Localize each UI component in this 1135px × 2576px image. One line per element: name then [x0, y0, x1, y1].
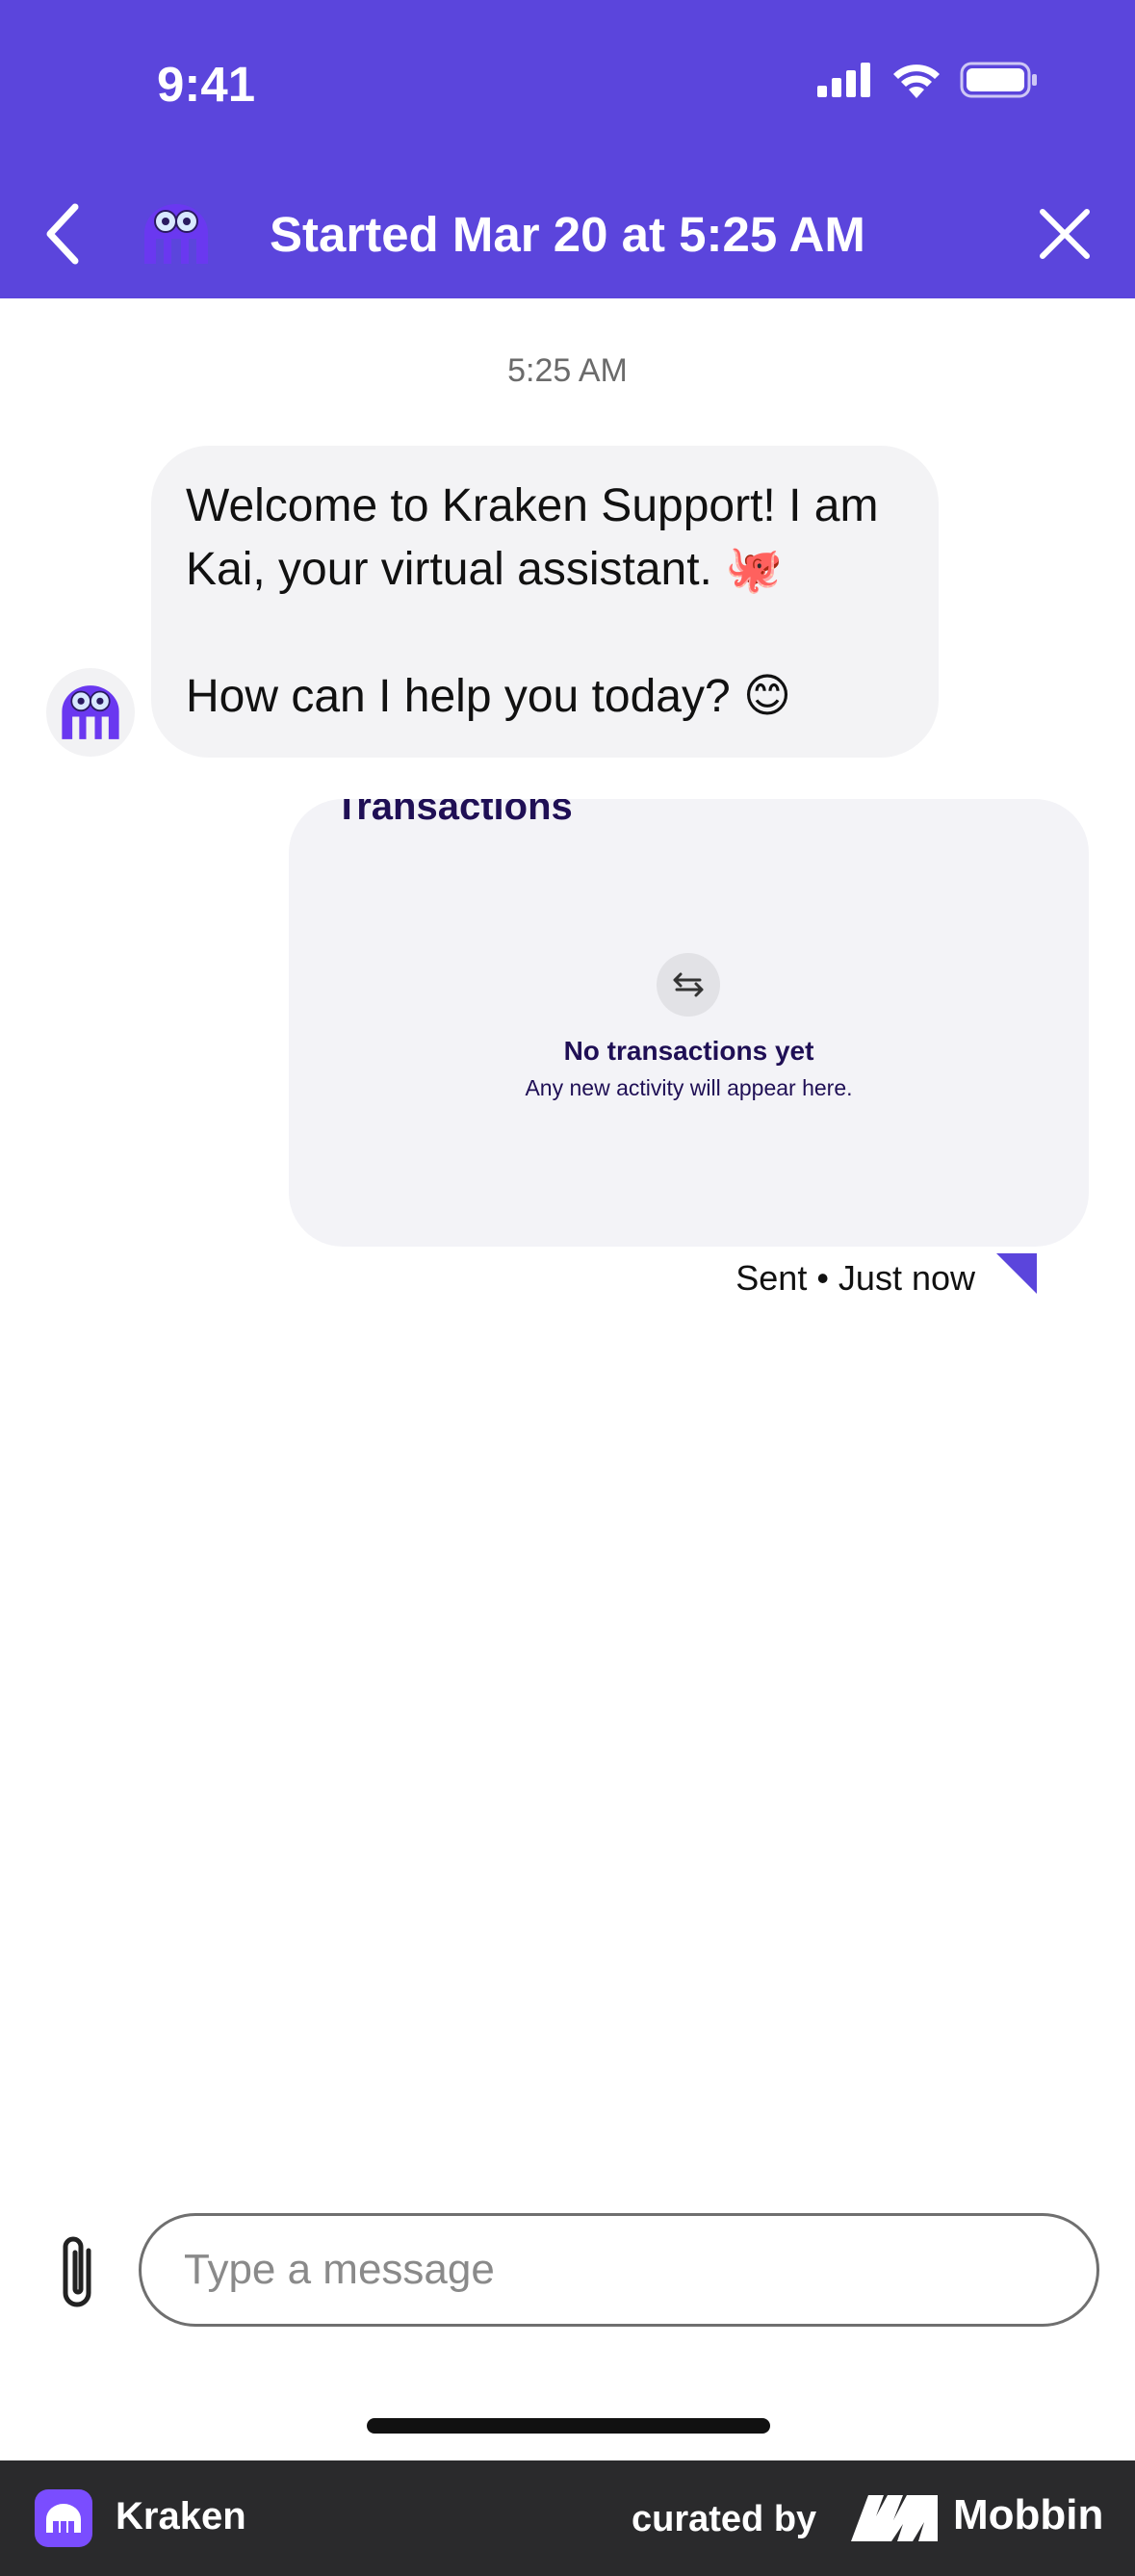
bot-avatar: [46, 668, 135, 757]
message-input[interactable]: [139, 2213, 1099, 2327]
footer-bar: Kraken curated by Mobbin: [0, 2460, 1135, 2576]
kai-avatar-icon: [62, 685, 119, 739]
card-title: Transactions: [335, 799, 573, 828]
paperclip-icon[interactable]: [52, 2231, 104, 2314]
battery-icon: [960, 62, 1037, 98]
kai-avatar-icon: [144, 204, 208, 264]
transactions-card[interactable]: Transactions No transactions yet Any new…: [289, 799, 1089, 1247]
bot-message-bubble: Welcome to Kraken Support! I am Kai, you…: [151, 446, 939, 758]
chevron-left-icon: [46, 203, 79, 265]
kraken-logo-icon: [35, 2489, 92, 2547]
wifi-icon: [893, 64, 940, 98]
chat-title: Started Mar 20 at 5:25 AM: [270, 207, 865, 262]
empty-state-subtext: Any new activity will appear here.: [525, 1075, 853, 1100]
bot-message-line-2: How can I help you today? 😊: [186, 671, 792, 722]
empty-state-heading: No transactions yet: [563, 1036, 814, 1066]
home-indicator: [367, 2418, 770, 2434]
back-button[interactable]: [39, 197, 89, 270]
mobbin-logo-icon: [851, 2495, 938, 2541]
transfer-arrows-icon: [657, 953, 720, 1017]
header-bar: 9:41 Started Mar 20 at 5:25 AM: [0, 0, 1135, 298]
bubble-tail-icon: [996, 1253, 1037, 1294]
signal-icon: [817, 63, 870, 97]
status-time: 9:41: [157, 57, 256, 112]
sent-status: Sent • Just now: [735, 1258, 975, 1298]
footer-app-name: Kraken: [116, 2495, 246, 2537]
close-button[interactable]: [1033, 202, 1096, 266]
footer-brand: Mobbin: [953, 2491, 1104, 2538]
close-icon: [1040, 209, 1090, 259]
bot-message-line-1: Welcome to Kraken Support! I am Kai, you…: [186, 480, 879, 595]
message-timestamp: 5:25 AM: [507, 352, 628, 389]
footer-curated-by: curated by: [632, 2499, 817, 2539]
status-icons: [817, 62, 1039, 98]
